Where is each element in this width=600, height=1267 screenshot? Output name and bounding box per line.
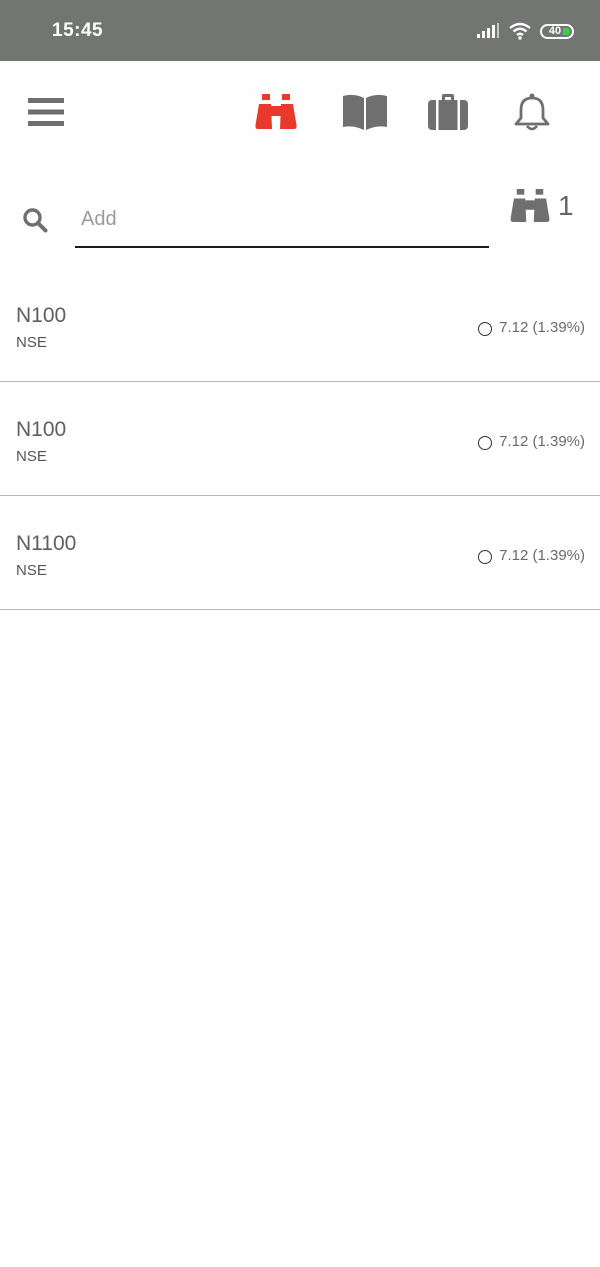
list-item[interactable]: N100 NSE 7.12 (1.39%)	[0, 268, 600, 382]
tab-portfolio[interactable]	[424, 91, 472, 133]
tab-reading[interactable]	[341, 91, 389, 133]
search-icon	[23, 208, 48, 233]
battery-icon: 40	[540, 23, 574, 39]
circle-icon	[478, 321, 493, 336]
change-value: 7.12 (1.39%)	[499, 547, 585, 564]
watchlist: N100 NSE 7.12 (1.39%) N100 NSE 7.12 (1.3…	[0, 268, 600, 610]
status-time: 15:45	[52, 20, 104, 41]
circle-icon	[478, 435, 493, 450]
binoculars-icon	[255, 94, 297, 129]
price-change: 7.12 (1.39%)	[478, 433, 585, 450]
menu-button[interactable]	[22, 91, 70, 133]
status-bar: 15:45 40	[0, 0, 600, 61]
symbol-name: N100	[16, 304, 67, 327]
tab-watchlist[interactable]	[252, 91, 300, 133]
signal-icon	[477, 23, 499, 38]
price-change: 7.12 (1.39%)	[478, 547, 585, 564]
exchange-label: NSE	[16, 448, 47, 465]
top-toolbar	[0, 61, 600, 165]
open-book-icon	[343, 94, 387, 130]
battery-level	[563, 27, 570, 35]
list-item[interactable]: N100 NSE 7.12 (1.39%)	[0, 382, 600, 496]
change-value: 7.12 (1.39%)	[499, 319, 585, 336]
symbol-name: N1100	[16, 532, 77, 555]
circle-icon	[478, 549, 493, 564]
symbol-name: N100	[16, 418, 67, 441]
exchange-label: NSE	[16, 562, 47, 579]
bell-icon	[514, 93, 550, 131]
change-value: 7.12 (1.39%)	[499, 433, 585, 450]
watchlist-selector[interactable]: 1	[510, 189, 574, 223]
exchange-label: NSE	[16, 334, 47, 351]
briefcase-icon	[428, 94, 468, 130]
price-change: 7.12 (1.39%)	[478, 319, 585, 336]
add-symbol-input[interactable]	[75, 193, 489, 248]
tab-notifications[interactable]	[508, 91, 556, 133]
status-icons: 40	[476, 22, 574, 40]
list-item[interactable]: N1100 NSE 7.12 (1.39%)	[0, 496, 600, 610]
hamburger-menu-icon	[28, 98, 64, 126]
battery-percentage: 40	[548, 25, 562, 37]
wifi-icon	[509, 22, 531, 40]
watchlist-number: 1	[558, 190, 574, 221]
binoculars-icon	[510, 189, 550, 223]
search-row: 1	[0, 165, 600, 265]
